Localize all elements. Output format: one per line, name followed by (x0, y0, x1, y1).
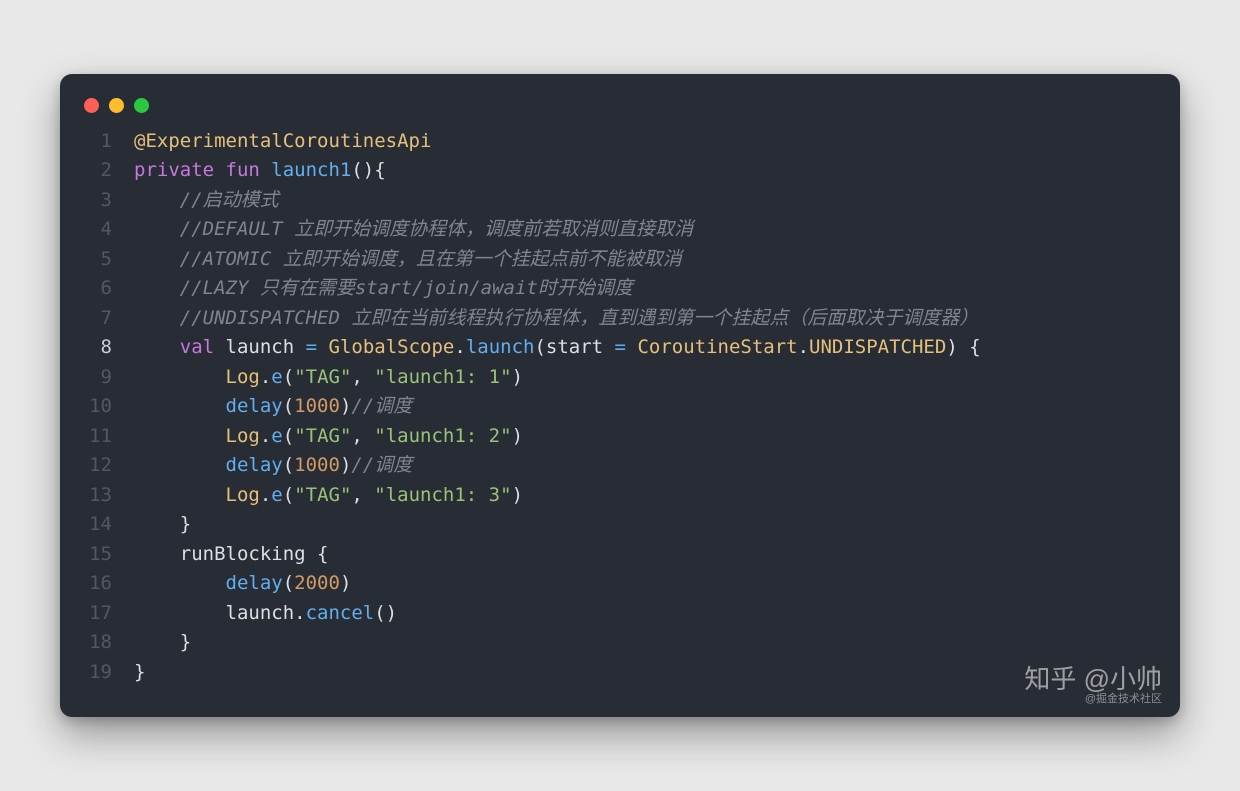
line-content: @ExperimentalCoroutinesApi (116, 127, 431, 157)
line-number: 8 (78, 333, 116, 363)
line-content: } (116, 658, 145, 688)
code-line: 14 } (78, 510, 1152, 540)
line-content: delay(2000) (116, 569, 351, 599)
line-number: 1 (78, 127, 116, 157)
code-line: 10 delay(1000)//调度 (78, 392, 1152, 422)
line-number: 19 (78, 658, 116, 688)
line-number: 3 (78, 186, 116, 216)
code-line: 6 //LAZY 只有在需要start/join/await时开始调度 (78, 274, 1152, 304)
line-number: 15 (78, 540, 116, 570)
code-line: 18 } (78, 628, 1152, 658)
line-number: 13 (78, 481, 116, 511)
line-content: //UNDISPATCHED 立即在当前线程执行协程体，直到遇到第一个挂起点（后… (116, 304, 978, 334)
line-content: } (116, 628, 191, 658)
code-line: 19} (78, 658, 1152, 688)
line-number: 17 (78, 599, 116, 629)
line-number: 14 (78, 510, 116, 540)
code-line: 11 Log.e("TAG", "launch1: 2") (78, 422, 1152, 452)
line-number: 10 (78, 392, 116, 422)
line-content: delay(1000)//调度 (116, 451, 412, 481)
code-line: 8 val launch = GlobalScope.launch(start … (78, 333, 1152, 363)
line-content: //ATOMIC 立即开始调度，且在第一个挂起点前不能被取消 (116, 245, 682, 275)
code-line: 2private fun launch1(){ (78, 156, 1152, 186)
line-number: 4 (78, 215, 116, 245)
code-line: 1@ExperimentalCoroutinesApi (78, 127, 1152, 157)
maximize-icon[interactable] (134, 98, 149, 113)
line-content: //启动模式 (116, 186, 279, 216)
line-number: 6 (78, 274, 116, 304)
code-line: 9 Log.e("TAG", "launch1: 1") (78, 363, 1152, 393)
line-content: //LAZY 只有在需要start/join/await时开始调度 (116, 274, 633, 304)
code-line: 15 runBlocking { (78, 540, 1152, 570)
line-number: 7 (78, 304, 116, 334)
line-content: Log.e("TAG", "launch1: 1") (116, 363, 523, 393)
watermark-sub: @掘金技术社区 (1024, 693, 1162, 705)
line-number: 11 (78, 422, 116, 452)
line-number: 18 (78, 628, 116, 658)
minimize-icon[interactable] (109, 98, 124, 113)
code-window: 1@ExperimentalCoroutinesApi2private fun … (60, 74, 1180, 718)
line-content: private fun launch1(){ (116, 156, 386, 186)
line-number: 16 (78, 569, 116, 599)
code-line: 17 launch.cancel() (78, 599, 1152, 629)
code-line: 12 delay(1000)//调度 (78, 451, 1152, 481)
code-line: 5 //ATOMIC 立即开始调度，且在第一个挂起点前不能被取消 (78, 245, 1152, 275)
code-line: 4 //DEFAULT 立即开始调度协程体，调度前若取消则直接取消 (78, 215, 1152, 245)
line-content: launch.cancel() (116, 599, 397, 629)
line-content: //DEFAULT 立即开始调度协程体，调度前若取消则直接取消 (116, 215, 693, 245)
window-controls (78, 92, 1152, 127)
close-icon[interactable] (84, 98, 99, 113)
line-number: 12 (78, 451, 116, 481)
line-content: runBlocking { (116, 540, 328, 570)
code-line: 16 delay(2000) (78, 569, 1152, 599)
line-number: 5 (78, 245, 116, 275)
code-line: 7 //UNDISPATCHED 立即在当前线程执行协程体，直到遇到第一个挂起点… (78, 304, 1152, 334)
code-block: 1@ExperimentalCoroutinesApi2private fun … (78, 127, 1152, 688)
line-content: val launch = GlobalScope.launch(start = … (116, 333, 981, 363)
line-content: Log.e("TAG", "launch1: 3") (116, 481, 523, 511)
line-number: 9 (78, 363, 116, 393)
line-content: delay(1000)//调度 (116, 392, 412, 422)
code-line: 13 Log.e("TAG", "launch1: 3") (78, 481, 1152, 511)
line-content: Log.e("TAG", "launch1: 2") (116, 422, 523, 452)
line-number: 2 (78, 156, 116, 186)
code-line: 3 //启动模式 (78, 186, 1152, 216)
line-content: } (116, 510, 191, 540)
